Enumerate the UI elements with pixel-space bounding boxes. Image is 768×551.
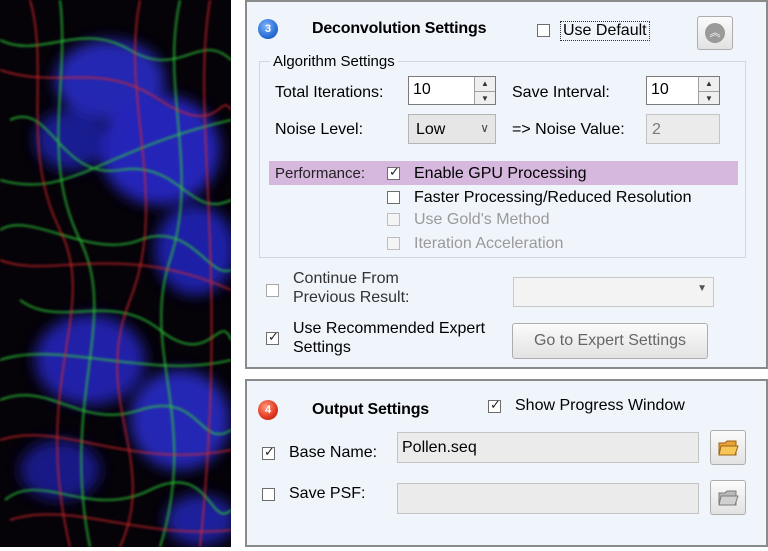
noise-value-label: => Noise Value: xyxy=(512,121,625,138)
faster-processing-checkbox[interactable] xyxy=(387,191,400,204)
folder-disabled-icon xyxy=(718,490,739,506)
save-psf-checkbox[interactable] xyxy=(262,488,275,501)
noise-value-field: 2 xyxy=(646,114,720,144)
go-to-expert-settings-button[interactable]: Go to Expert Settings xyxy=(512,323,708,359)
use-golds-method-checkbox[interactable] xyxy=(387,213,400,226)
continue-from-previous-checkbox[interactable] xyxy=(266,284,279,297)
base-name-input[interactable]: Pollen.seq xyxy=(397,432,699,463)
save-psf-browse-button[interactable] xyxy=(710,480,746,515)
step-3-badge: 3 xyxy=(258,19,278,39)
folder-icon xyxy=(718,440,739,456)
total-iterations-spin[interactable]: ▲ ▼ xyxy=(474,77,495,104)
save-interval-spin[interactable]: ▲ ▼ xyxy=(698,77,719,104)
expert-label-line2: Settings xyxy=(293,339,351,356)
performance-label: Performance: xyxy=(275,165,366,182)
show-progress-label[interactable]: Show Progress Window xyxy=(515,397,685,415)
base-name-checkbox[interactable]: ✓ xyxy=(262,444,275,460)
use-golds-method-label[interactable]: Use Gold's Method xyxy=(414,211,550,229)
save-psf-label: Save PSF: xyxy=(289,485,366,502)
noise-level-label: Noise Level: xyxy=(275,121,364,138)
deconvolution-title: Deconvolution Settings xyxy=(312,20,487,37)
iteration-acceleration-label[interactable]: Iteration Acceleration xyxy=(414,235,563,253)
noise-value: 2 xyxy=(652,121,661,138)
fluorescence-image-canvas xyxy=(0,0,235,548)
chevron-down-icon[interactable]: ∨ xyxy=(480,121,489,135)
save-interval-value[interactable]: 10 xyxy=(651,81,669,99)
use-recommended-expert-checkbox[interactable]: ✓ xyxy=(266,329,279,345)
image-gap xyxy=(231,0,245,547)
total-iterations-label: Total Iterations: xyxy=(275,84,384,101)
enable-gpu-label[interactable]: Enable GPU Processing xyxy=(414,165,587,183)
spin-down-icon[interactable]: ▼ xyxy=(699,90,719,105)
save-psf-input[interactable] xyxy=(397,483,699,514)
collapse-button[interactable]: ︽ xyxy=(697,16,733,50)
spin-down-icon[interactable]: ▼ xyxy=(475,90,495,105)
continue-label-line1: Continue From xyxy=(293,270,399,287)
total-iterations-value[interactable]: 10 xyxy=(413,81,431,99)
output-settings-title: Output Settings xyxy=(312,401,429,418)
use-default-label[interactable]: Use Default xyxy=(560,21,650,41)
base-name-browse-button[interactable] xyxy=(710,430,746,465)
iteration-acceleration-checkbox[interactable] xyxy=(387,237,400,250)
total-iterations-stepper[interactable]: 10 ▲ ▼ xyxy=(408,76,496,105)
noise-level-select[interactable]: Low ∨ xyxy=(408,114,496,144)
step-4-badge: 4 xyxy=(258,400,278,420)
base-name-value[interactable]: Pollen.seq xyxy=(402,439,477,457)
chevron-up-icon: ︽ xyxy=(705,23,725,43)
expert-label-line1: Use Recommended Expert xyxy=(293,320,486,337)
dropdown-arrow-icon[interactable]: ▼ xyxy=(697,283,707,294)
base-name-label: Base Name: xyxy=(289,444,378,461)
enable-gpu-checkbox[interactable]: ✓ xyxy=(387,164,400,180)
previous-result-select[interactable]: ▼ xyxy=(513,277,714,307)
continue-label-line2: Previous Result: xyxy=(293,289,410,306)
noise-level-value[interactable]: Low xyxy=(416,121,445,139)
use-default-checkbox[interactable] xyxy=(537,24,550,37)
algorithm-settings-title: Algorithm Settings xyxy=(270,53,398,70)
spin-up-icon[interactable]: ▲ xyxy=(475,77,495,91)
spin-up-icon[interactable]: ▲ xyxy=(699,77,719,91)
faster-processing-label[interactable]: Faster Processing/Reduced Resolution xyxy=(414,189,691,207)
show-progress-checkbox[interactable]: ✓ xyxy=(488,397,501,413)
save-interval-stepper[interactable]: 10 ▲ ▼ xyxy=(646,76,720,105)
save-interval-label: Save Interval: xyxy=(512,84,610,101)
fluorescence-image xyxy=(0,0,235,548)
